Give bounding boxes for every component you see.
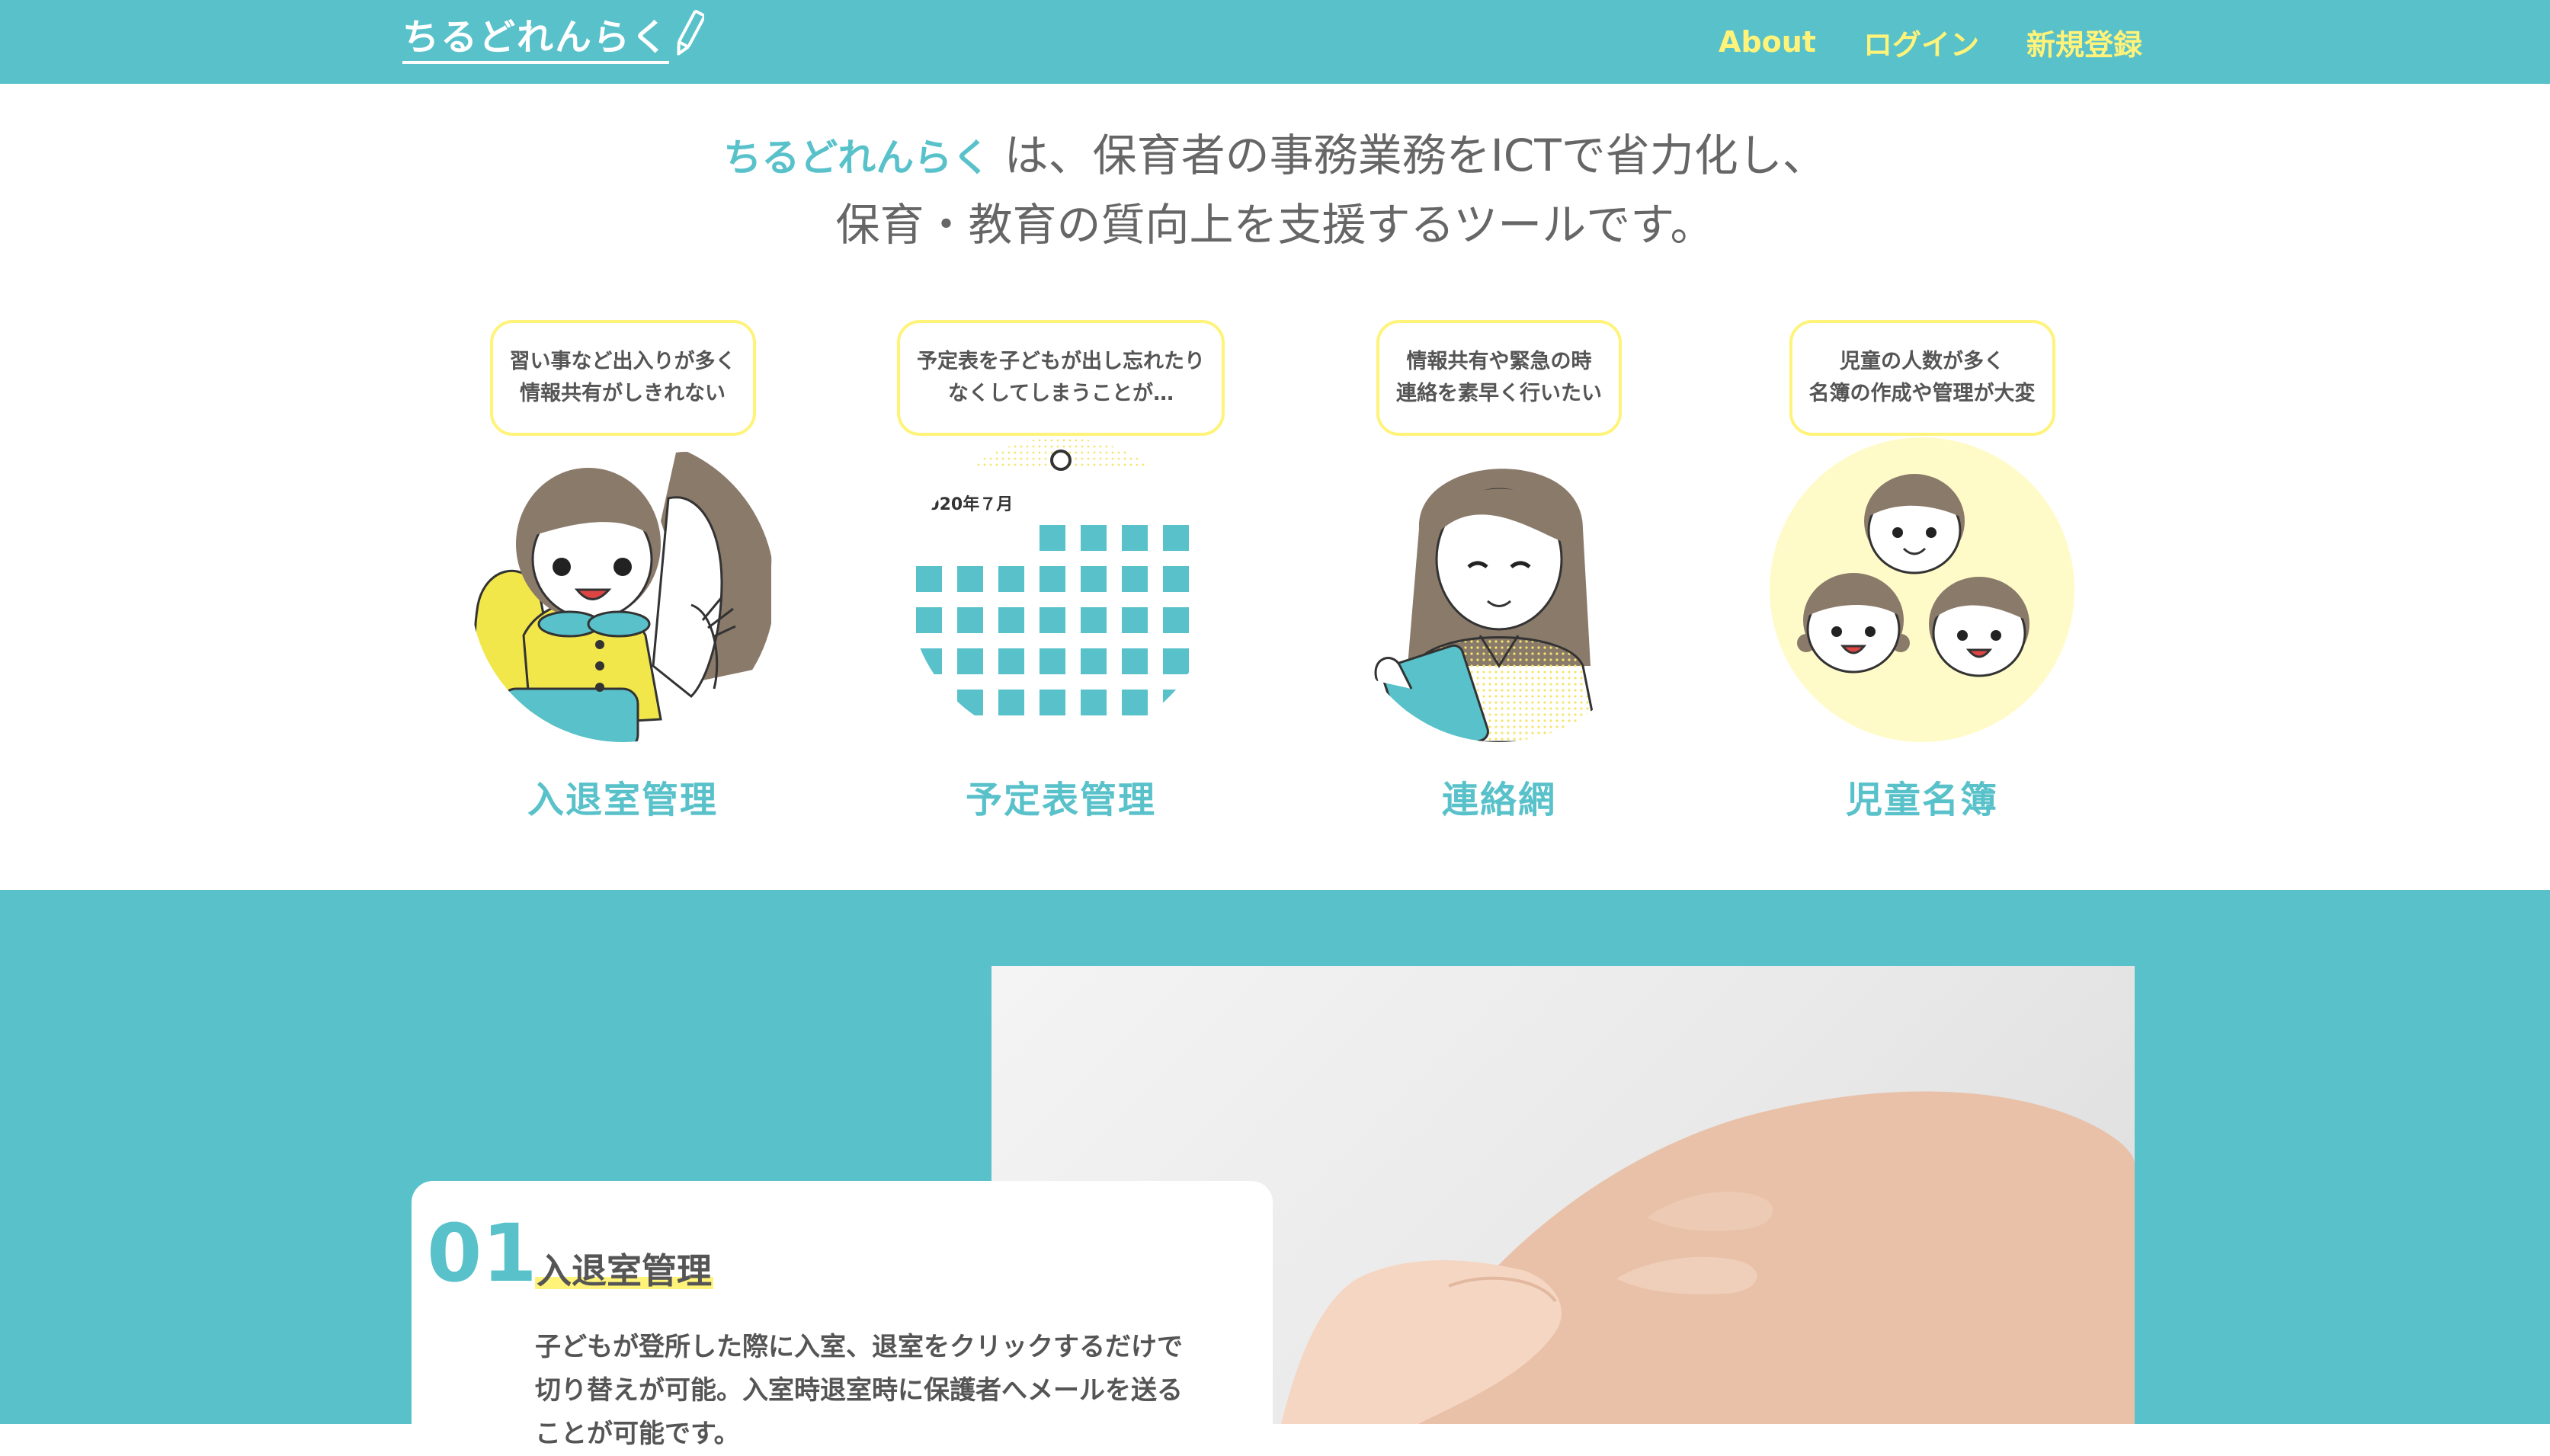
logo-text: ちるどれんらく (402, 15, 670, 64)
calendar-day-cell (998, 690, 1024, 715)
feature-speech-bubble: 児童の人数が多く 名簿の作成や管理が大変 (1789, 320, 2055, 436)
nav-about-link[interactable]: About (1719, 25, 1816, 59)
main-nav: About ログイン 新規登録 (1719, 21, 2142, 62)
intro-line-1-rest: は、保育者の事務業務をICTで省力化し、 (990, 130, 1827, 181)
feature-title: 児童名簿 (1845, 779, 1998, 821)
bubble-line: 習い事など出入りが多く (509, 350, 736, 373)
feature-entry-exit[interactable]: 習い事など出入りが多く 情報共有がしきれない 入退室管理 (463, 320, 783, 823)
calendar-day-cell (1040, 690, 1065, 715)
child-with-parent-illustration-icon (470, 437, 775, 742)
site-header: ちるどれんらく About ログイン 新規登録 (0, 0, 2550, 84)
bubble-line: 連絡を素早く行いたい (1396, 382, 1602, 405)
feature-title: 入退室管理 (527, 779, 718, 821)
calendar-day-cell (916, 607, 942, 633)
calendar-day-cell (1163, 607, 1189, 633)
calendar-day-cell (998, 648, 1024, 674)
body-line: ことが可能です。 (535, 1419, 740, 1449)
nav-signup-link[interactable]: 新規登録 (2026, 21, 2142, 63)
calendar-illustration-icon: 2020年７月 (908, 437, 1213, 742)
calendar-day-cell (1163, 525, 1189, 551)
calendar-day-cell (1040, 607, 1065, 633)
calendar-day-cell (1122, 566, 1148, 592)
calendar-day-cell (998, 566, 1024, 592)
body-line: 切り替えが可能。入室時退室時に保護者へメールを送る (535, 1375, 1183, 1406)
calendar-day-cell (1163, 566, 1189, 592)
feature-contact-network[interactable]: 情報共有や緊急の時 連絡を素早く行いたい 連絡網 (1339, 320, 1659, 823)
bubble-line: 予定表を子どもが出し忘れたり (917, 350, 1205, 373)
calendar-day-cell (1040, 648, 1065, 674)
calendar-day-cell (1081, 566, 1107, 592)
feature-title: 連絡網 (1441, 779, 1556, 821)
calendar-label: 2020年７月 (916, 494, 1013, 514)
calendar-day-cell (998, 607, 1024, 633)
feature-detail-card: 01 入退室管理 子どもが登所した際に入室、退室をクリックするだけで 切り替えが… (412, 1181, 1273, 1455)
three-children-illustration-icon (1770, 437, 2074, 742)
feature-speech-bubble: 習い事など出入りが多く 情報共有がしきれない (489, 320, 756, 436)
feature-number: 01 (427, 1207, 537, 1300)
calendar-day-cell (1163, 690, 1189, 715)
intro-line-2: 保育・教育の質向上を支援するツールです。 (835, 199, 1715, 251)
bubble-line: なくしてしまうことが… (947, 382, 1174, 405)
calendar-day-cell (1081, 648, 1107, 674)
intro-text: ちるどれんらく は、保育者の事務業務をICTで省力化し、 保育・教育の質向上を支… (0, 122, 2550, 258)
feature-speech-bubble: 予定表を子どもが出し忘れたり なくしてしまうことが… (897, 320, 1225, 436)
calendar-day-cell (1122, 648, 1148, 674)
calendar-day-cell (1081, 607, 1107, 633)
calendar-day-cell (1040, 566, 1065, 592)
calendar-day-cell (1122, 607, 1148, 633)
feature-detail-title: 入退室管理 (535, 1243, 713, 1295)
feature-schedule[interactable]: 予定表を子どもが出し忘れたり なくしてしまうことが… 2020年７月 予定表管理 (897, 320, 1225, 823)
feature-student-roster[interactable]: 児童の人数が多く 名簿の作成や管理が大変 児童名簿 (1762, 320, 2082, 823)
calendar-day-cell (1122, 690, 1148, 715)
bubble-line: 情報共有や緊急の時 (1406, 350, 1592, 373)
calendar-day-cell (916, 566, 942, 592)
nav-login-link[interactable]: ログイン (1863, 21, 1979, 63)
body-line: 子どもが登所した際に入室、退室をクリックするだけで (535, 1332, 1183, 1362)
bubble-line: 児童の人数が多く (1840, 350, 2004, 373)
calendar-day-cell (1081, 525, 1107, 551)
calendar-day-cell (1081, 690, 1107, 715)
teacher-with-tablet-illustration-icon (1347, 437, 1651, 742)
calendar-day-cell (1122, 525, 1148, 551)
calendar-day-cell (957, 607, 983, 633)
calendar-day-cell (957, 690, 983, 715)
intro-brand: ちるどれんらく (723, 136, 991, 180)
bubble-line: 名簿の作成や管理が大変 (1808, 382, 2036, 405)
calendar-day-cell (916, 690, 942, 715)
feature-detail-body: 子どもが登所した際に入室、退室をクリックするだけで 切り替えが可能。入室時退室時… (535, 1326, 1221, 1456)
pencil-icon (677, 10, 705, 56)
intro-line-1: ちるどれんらく は、保育者の事務業務をICTで省力化し、 (0, 122, 2550, 191)
calendar-day-cell (1040, 525, 1065, 551)
feature-title: 予定表管理 (965, 779, 1156, 821)
bubble-line: 情報共有がしきれない (520, 382, 726, 405)
calendar-day-cell (957, 566, 983, 592)
site-logo[interactable]: ちるどれんらく (402, 10, 705, 69)
calendar-day-cell (916, 648, 942, 674)
calendar-day-cell (957, 648, 983, 674)
calendar-day-cell (1163, 648, 1189, 674)
feature-speech-bubble: 情報共有や緊急の時 連絡を素早く行いたい (1376, 320, 1622, 436)
